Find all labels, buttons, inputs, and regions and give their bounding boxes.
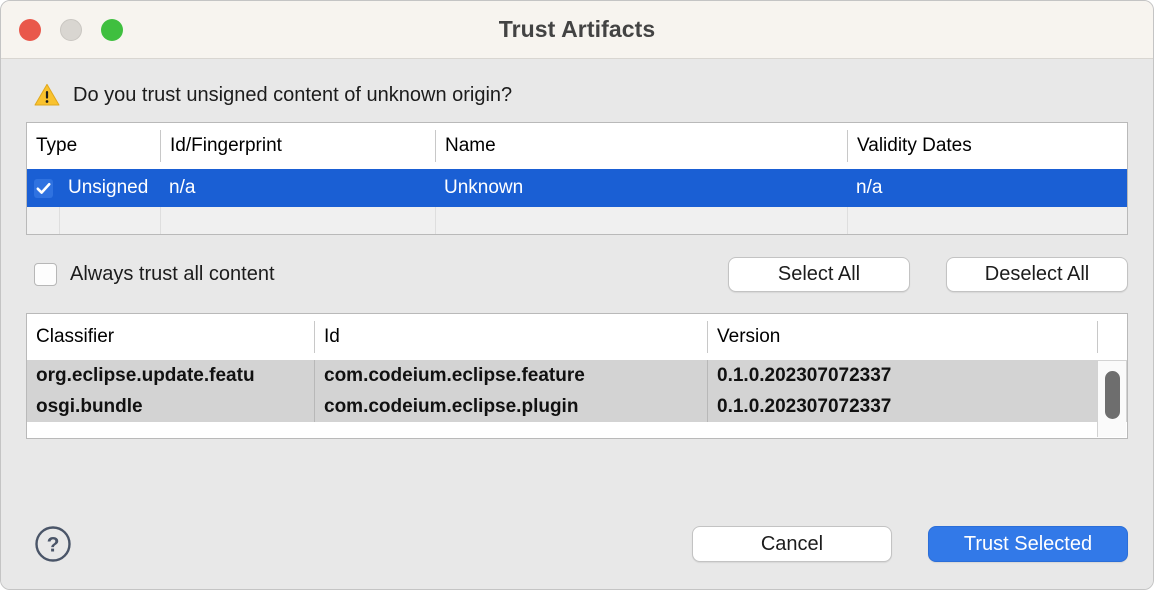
- deselect-all-button[interactable]: Deselect All: [946, 257, 1128, 292]
- close-button[interactable]: [19, 19, 41, 41]
- cell-classifier: org.eclipse.update.featu: [27, 360, 314, 391]
- cell-classifier: osgi.bundle: [27, 391, 314, 422]
- details-table-header: Classifier Id Version: [27, 314, 1127, 360]
- prompt-text: Do you trust unsigned content of unknown…: [73, 84, 512, 107]
- table-row[interactable]: Unsigned n/a Unknown n/a: [27, 169, 1127, 207]
- cell-type: [59, 207, 160, 235]
- cell-version: 0.1.0.202307072337: [707, 391, 1097, 422]
- column-header-version[interactable]: Version: [707, 321, 1097, 353]
- cell-id: com.codeium.eclipse.feature: [314, 360, 707, 391]
- vertical-scrollbar[interactable]: [1097, 361, 1126, 437]
- table-row[interactable]: org.eclipse.update.featu com.codeium.ecl…: [27, 360, 1127, 391]
- column-header-classifier[interactable]: Classifier: [27, 321, 314, 353]
- scrollbar-thumb[interactable]: [1105, 371, 1120, 419]
- checkmark-icon: [34, 179, 53, 198]
- cell-name: [435, 207, 847, 235]
- column-header-spacer: [1097, 321, 1127, 353]
- cell-version: 0.1.0.202307072337: [707, 360, 1097, 391]
- help-button[interactable]: ?: [34, 525, 72, 563]
- svg-text:?: ?: [47, 534, 60, 557]
- window-titlebar: Trust Artifacts: [1, 1, 1153, 59]
- cell-checkbox-empty: [27, 207, 59, 235]
- row-checkbox[interactable]: [27, 169, 59, 207]
- cell-id: com.codeium.eclipse.plugin: [314, 391, 707, 422]
- table-row[interactable]: [27, 207, 1127, 235]
- always-trust-checkbox[interactable]: Always trust all content: [34, 263, 275, 286]
- options-row: Always trust all content Select All Dese…: [26, 235, 1128, 313]
- window-title: Trust Artifacts: [1, 16, 1153, 43]
- column-header-validity[interactable]: Validity Dates: [847, 130, 1123, 162]
- cell-type: Unsigned: [59, 169, 160, 207]
- minimize-button[interactable]: [60, 19, 82, 41]
- cell-validity: n/a: [847, 169, 1123, 207]
- trust-selected-button[interactable]: Trust Selected: [928, 526, 1128, 562]
- cell-name: Unknown: [435, 169, 847, 207]
- cell-validity: [847, 207, 1123, 235]
- warning-triangle-icon: [34, 83, 60, 107]
- select-all-button[interactable]: Select All: [728, 257, 910, 292]
- checkbox-box[interactable]: [34, 263, 57, 286]
- column-header-name[interactable]: Name: [435, 130, 847, 162]
- table-row[interactable]: osgi.bundle com.codeium.eclipse.plugin 0…: [27, 391, 1127, 422]
- details-table: Classifier Id Version org.eclipse.update…: [26, 313, 1128, 439]
- column-header-type[interactable]: Type: [27, 130, 160, 162]
- column-header-id[interactable]: Id: [314, 321, 707, 353]
- column-header-fingerprint[interactable]: Id/Fingerprint: [160, 130, 435, 162]
- dialog-body: Do you trust unsigned content of unknown…: [1, 59, 1153, 590]
- prompt-row: Do you trust unsigned content of unknown…: [26, 59, 1128, 122]
- cell-fingerprint: n/a: [160, 169, 435, 207]
- artifacts-table: Type Id/Fingerprint Name Validity Dates …: [26, 122, 1128, 235]
- cell-fingerprint: [160, 207, 435, 235]
- footer-row: ? Cancel Trust Selected: [26, 525, 1128, 563]
- trust-artifacts-dialog: Trust Artifacts Do you trust unsigned co…: [0, 0, 1154, 590]
- always-trust-label: Always trust all content: [70, 263, 275, 286]
- window-controls: [19, 19, 123, 41]
- zoom-button[interactable]: [101, 19, 123, 41]
- cancel-button[interactable]: Cancel: [692, 526, 892, 562]
- artifacts-table-header: Type Id/Fingerprint Name Validity Dates: [27, 123, 1127, 169]
- help-question-icon: ?: [34, 525, 72, 563]
